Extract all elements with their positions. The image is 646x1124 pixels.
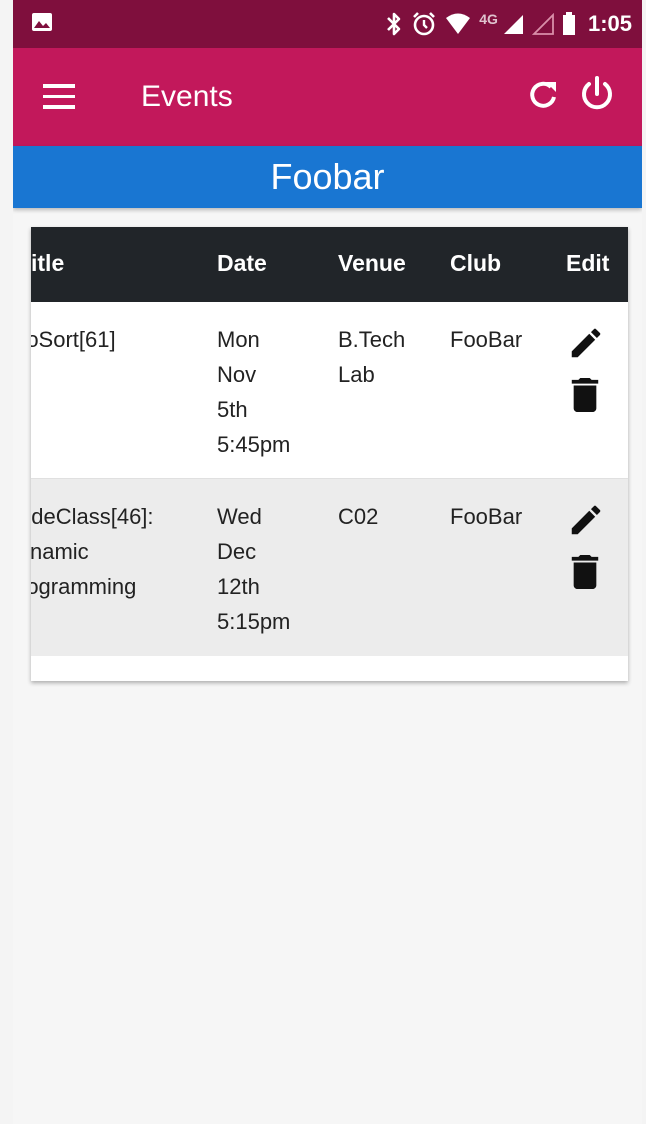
table-row: odeClass[46]: ynamic rogramming Wed Dec … bbox=[31, 479, 628, 656]
status-time: 1:05 bbox=[587, 11, 632, 36]
header-edit: Edit bbox=[566, 250, 610, 276]
delete-icon[interactable] bbox=[571, 378, 599, 412]
app-bar: Events bbox=[13, 48, 642, 146]
header-title: itle bbox=[31, 250, 65, 276]
edit-icon[interactable] bbox=[567, 501, 605, 539]
header-date: Date bbox=[217, 250, 267, 276]
wifi-icon bbox=[446, 13, 471, 34]
event-venue: B.Tech Lab bbox=[338, 327, 406, 387]
app-screen: 4G 1:05 Events Foobar itle Date Venue Cl… bbox=[13, 0, 642, 1124]
page-title: Events bbox=[141, 80, 233, 113]
status-bar: 4G 1:05 bbox=[13, 0, 642, 48]
club-banner: Foobar bbox=[13, 146, 642, 208]
delete-icon[interactable] bbox=[571, 555, 599, 589]
table-row: roSort[61] Mon Nov 5th 5:45pm B.Tech Lab… bbox=[31, 302, 628, 479]
event-venue: C02 bbox=[338, 504, 379, 529]
battery-icon bbox=[562, 12, 575, 35]
signal-icon bbox=[503, 15, 523, 34]
event-club: FooBar bbox=[450, 327, 523, 352]
event-title: odeClass[46]: ynamic rogramming bbox=[31, 504, 154, 599]
network-type: 4G bbox=[479, 11, 498, 27]
events-table: itle Date Venue Club Edit roSort[61] Mon… bbox=[31, 227, 628, 681]
signal-empty-icon bbox=[531, 13, 554, 35]
event-date: Mon Nov 5th 5:45pm bbox=[217, 327, 291, 457]
refresh-icon[interactable] bbox=[527, 78, 561, 112]
header-club: Club bbox=[450, 250, 502, 276]
event-title: roSort[61] bbox=[31, 327, 116, 352]
alarm-icon bbox=[413, 12, 436, 36]
edit-icon[interactable] bbox=[567, 324, 605, 362]
header-venue: Venue bbox=[338, 250, 406, 276]
power-icon[interactable] bbox=[579, 76, 615, 112]
event-club: FooBar bbox=[450, 504, 523, 529]
menu-icon[interactable] bbox=[43, 84, 79, 110]
gallery-icon bbox=[32, 13, 52, 31]
event-date: Wed Dec 12th 5:15pm bbox=[217, 504, 291, 634]
table-header: itle Date Venue Club Edit bbox=[31, 227, 628, 302]
status-icons: 4G 1:05 bbox=[385, 8, 632, 40]
bluetooth-icon bbox=[387, 12, 401, 36]
